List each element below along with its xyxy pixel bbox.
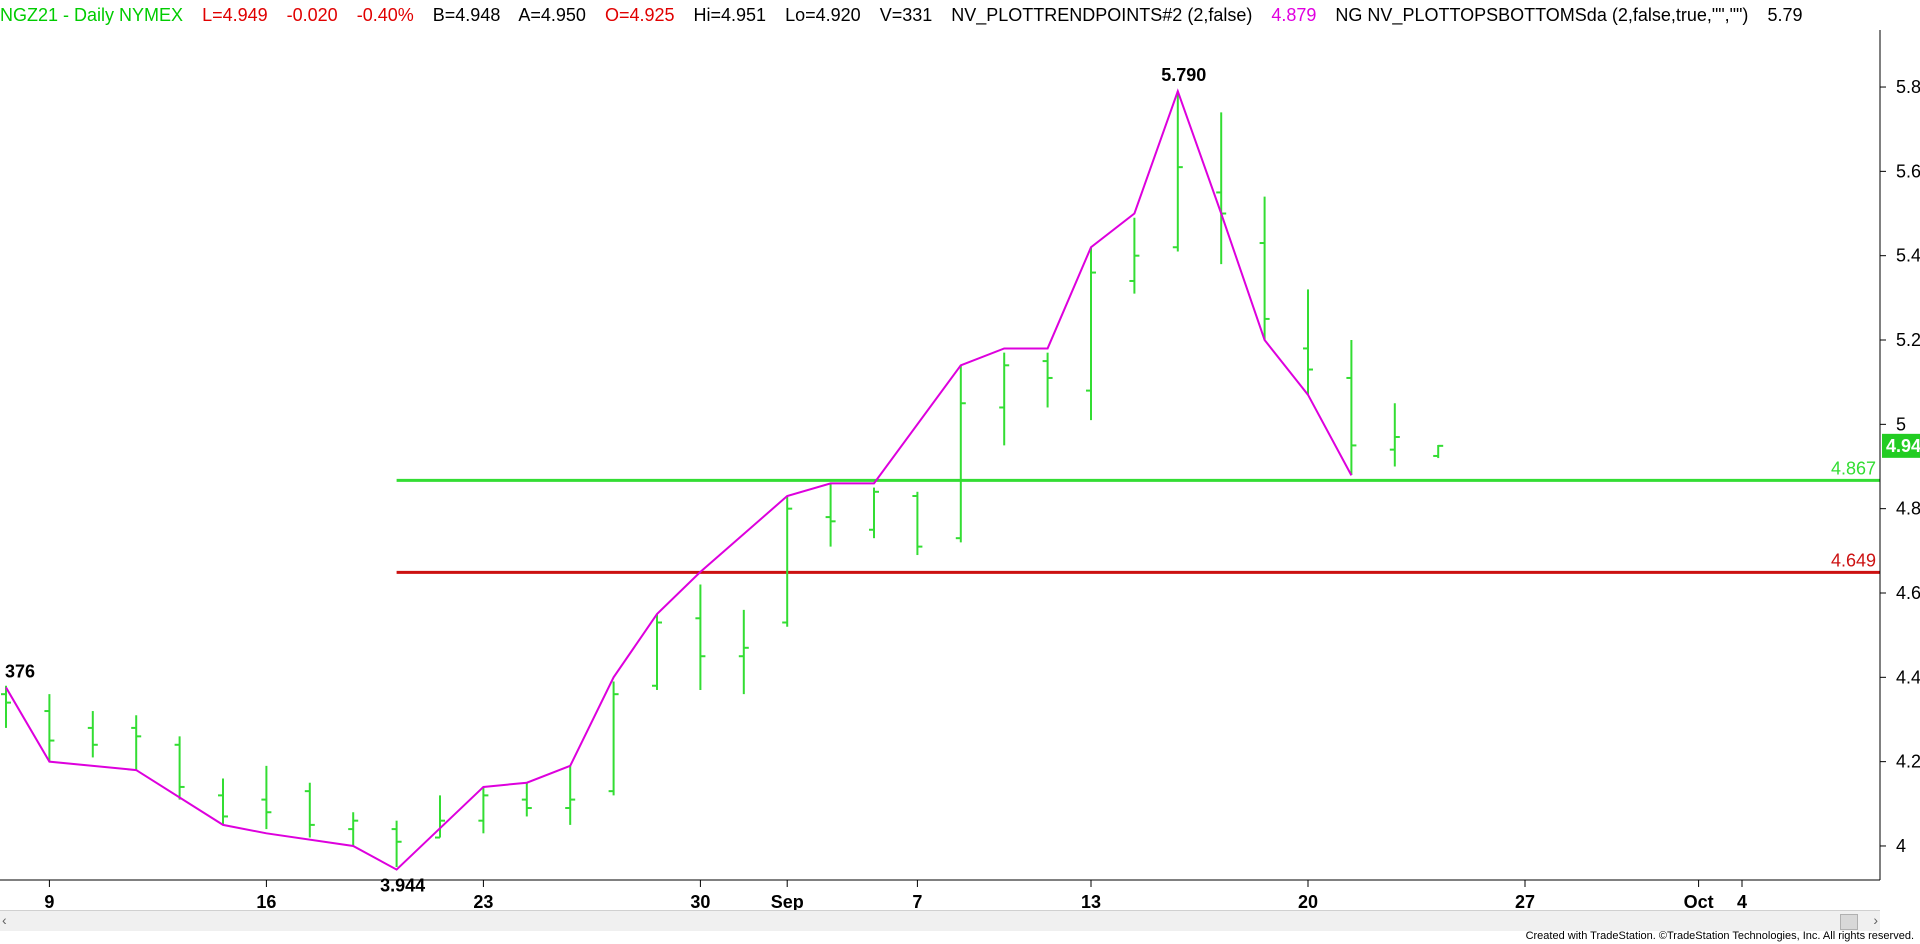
horizontal-scrollbar[interactable]: ‹ › [0, 910, 1880, 931]
ohlc-bar [608, 681, 619, 796]
ohlc-bar [174, 736, 185, 800]
open-price: O=4.925 [604, 5, 675, 25]
ohlc-bar [1433, 444, 1444, 459]
y-tick-label: 4.8 [1896, 499, 1920, 519]
scroll-left-icon[interactable]: ‹ [2, 912, 7, 928]
level-label: 4.867 [1831, 458, 1876, 478]
net-change: -0.020 [286, 5, 338, 25]
symbol-title: NGZ21 - Daily NYMEX [0, 5, 184, 25]
last-price-marker-label: 4.94 [1886, 436, 1920, 456]
ohlc-bar [1086, 247, 1096, 421]
copyright-footer: Created with TradeStation. ©TradeStation… [1525, 930, 1914, 942]
ohlc-bar [565, 765, 576, 825]
x-tick-label: 13 [1081, 892, 1101, 912]
last-price: L=4.949 [202, 5, 268, 25]
ohlc-bar [348, 812, 359, 846]
y-tick-label: 4 [1896, 836, 1906, 856]
x-tick-label: 16 [256, 892, 276, 912]
ohlc-bar [652, 614, 662, 690]
scroll-thumb[interactable] [1840, 914, 1858, 930]
x-tick-label: Oct [1684, 892, 1714, 912]
swing-label: 5.790 [1161, 65, 1206, 85]
ohlc-bar [1129, 217, 1140, 294]
ohlc-bar [782, 496, 793, 627]
y-tick-label: 4.6 [1896, 583, 1920, 603]
ohlc-bar [1259, 196, 1270, 341]
ohlc-bar [695, 584, 706, 690]
swing-label: 3.944 [380, 876, 425, 896]
ohlc-bar [1346, 340, 1357, 475]
ask-price: A=4.950 [518, 5, 586, 25]
ohlc-bar [912, 491, 923, 556]
x-tick-label: 30 [690, 892, 710, 912]
high-price: Hi=4.951 [693, 5, 767, 25]
ohlc-bar [261, 765, 272, 830]
y-tick-label: 5.8 [1896, 77, 1920, 97]
x-tick-label: 27 [1515, 892, 1535, 912]
volume: V=331 [879, 5, 933, 25]
horizontal-lines: 4.867 4.649 [396, 458, 1880, 574]
percent-change: -0.40% [356, 5, 414, 25]
ohlc-bar [1172, 91, 1183, 252]
ohlc-bar [1389, 403, 1400, 467]
ohlc-bar [738, 609, 749, 695]
y-tick-label: 4.2 [1896, 752, 1920, 772]
ohlc-bar [131, 715, 142, 771]
ohlc-bar [999, 352, 1010, 446]
indicator-trendpoints: NV_PLOTTRENDPOINTS#2 (2,false) [951, 5, 1253, 25]
level-label: 4.649 [1831, 550, 1876, 570]
ohlc-bar [391, 820, 402, 868]
ohlc-bar [87, 711, 98, 758]
ohlc-bar [521, 782, 532, 817]
x-tick-label: 20 [1298, 892, 1318, 912]
swing-label: 376 [5, 661, 35, 681]
indicator-trendpoints-value: 4.879 [1271, 5, 1317, 25]
date-axis: 9 16 23 30 Sep 7 13 20 27 Oct 4 [44, 880, 1747, 912]
y-tick-label: 5.2 [1896, 330, 1920, 350]
indicator-topsbottoms: NG NV_PLOTTOPSBOTTOMSda (2,false,true,""… [1335, 5, 1749, 25]
x-tick-label: 7 [912, 892, 922, 912]
ohlc-bar [218, 778, 228, 825]
y-tick-label: 5.4 [1896, 246, 1920, 266]
ohlc-bar [304, 782, 315, 838]
ohlc-bar [1303, 289, 1313, 395]
ohlc-bar [1216, 112, 1227, 265]
x-tick-label: 4 [1737, 892, 1747, 912]
y-tick-label: 5 [1896, 414, 1906, 434]
ohlc-bar [869, 487, 879, 539]
y-tick-label: 4.4 [1896, 667, 1920, 687]
ohlc-bar [955, 365, 966, 543]
scroll-right-icon[interactable]: › [1873, 912, 1878, 928]
ohlc-bar [1042, 352, 1053, 408]
ohlc-bar [44, 694, 55, 762]
y-tick-label: 5.6 [1896, 161, 1920, 181]
low-price: Lo=4.920 [785, 5, 861, 25]
indicator-topsbottoms-value: 5.79 [1767, 5, 1803, 25]
chart-header: NGZ21 - Daily NYMEX L=4.949 -0.020 -0.40… [0, 0, 1880, 30]
price-chart: 4.867 4.649 376 3.944 5.790 4 4.2 4.4 4.6 4.8 5 5… [0, 30, 1920, 912]
ohlc-bar [478, 786, 489, 834]
ohlc-bar [825, 483, 836, 547]
x-tick-label: 9 [44, 892, 54, 912]
bid-price: B=4.948 [432, 5, 501, 25]
x-tick-label: Sep [771, 892, 804, 912]
x-tick-label: 23 [473, 892, 493, 912]
